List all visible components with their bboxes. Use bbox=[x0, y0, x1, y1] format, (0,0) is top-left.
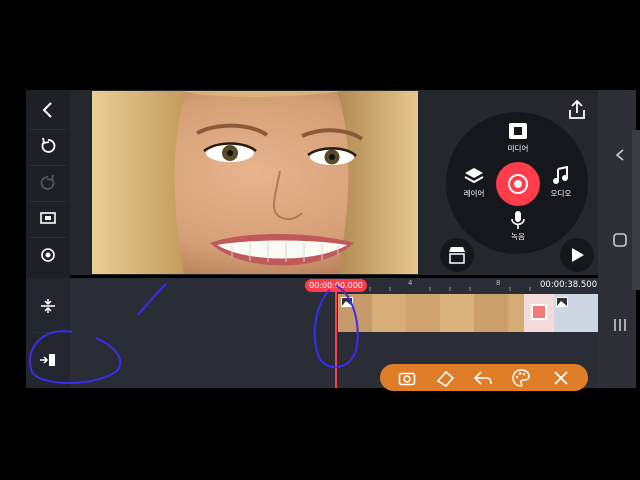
pen-annotations bbox=[29, 283, 359, 385]
